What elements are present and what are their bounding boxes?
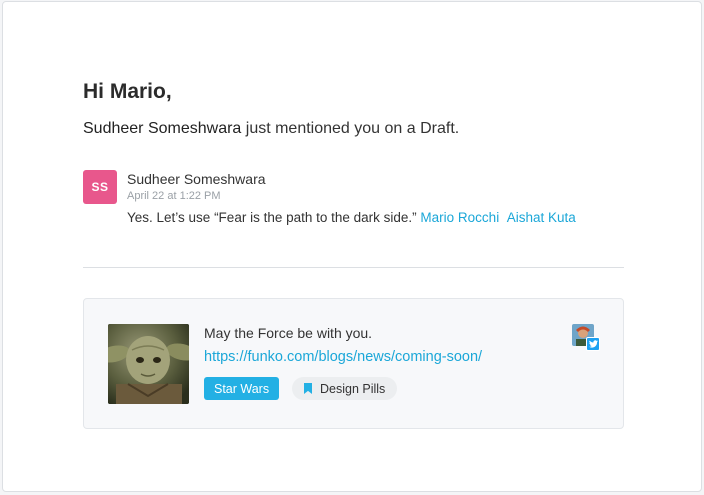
intro-text: Sudheer Someshwara just mentioned you on…: [83, 120, 459, 138]
divider: [83, 267, 624, 268]
bookmark-icon: [304, 383, 312, 394]
mentioner-name: Sudheer Someshwara: [83, 120, 242, 137]
avatar: SS: [83, 170, 117, 204]
post-card[interactable]: May the Force be with you. https://funko…: [83, 298, 624, 429]
post-link[interactable]: https://funko.com/blogs/news/coming-soon…: [204, 349, 482, 365]
comment-text: Yes. Let’s use “Fear is the path to the …: [127, 210, 421, 225]
yoda-image[interactable]: [108, 324, 189, 404]
post-text: May the Force be with you.: [204, 325, 373, 341]
tag-label: Design Pills: [320, 381, 386, 396]
mention-link[interactable]: Aishat Kuta: [507, 210, 576, 225]
twitter-icon: [586, 337, 600, 351]
greeting-heading: Hi Mario,: [83, 80, 172, 103]
mention-link[interactable]: Mario Rocchi: [420, 210, 499, 225]
comment-timestamp: April 22 at 1:22 PM: [127, 190, 221, 202]
comment-body: Yes. Let’s use “Fear is the path to the …: [127, 208, 607, 228]
tag-star-wars[interactable]: Star Wars: [204, 377, 280, 400]
notification-card: Hi Mario, Sudheer Someshwara just mentio…: [2, 1, 702, 492]
tag-design-pills[interactable]: Design Pills: [292, 377, 398, 400]
intro-rest: just mentioned you on a Draft.: [241, 120, 460, 137]
comment-author: Sudheer Someshwara: [127, 171, 266, 187]
